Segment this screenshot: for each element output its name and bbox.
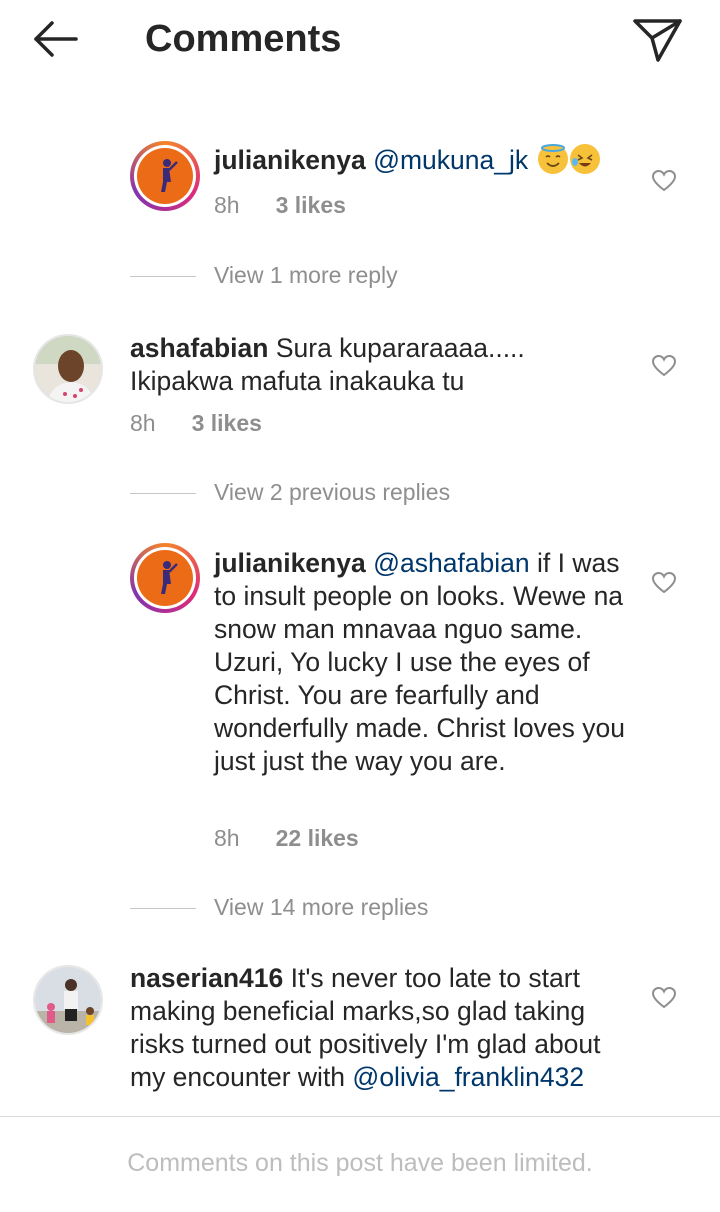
comment-mention[interactable]: @mukuna_jk bbox=[373, 145, 528, 175]
comments-list[interactable]: julianikenya @mukuna_jk 8h 3 likes View … bbox=[0, 80, 720, 1116]
view-replies-label: View 2 previous replies bbox=[214, 479, 451, 505]
avatar[interactable] bbox=[130, 543, 200, 613]
comment-time: 8h bbox=[214, 825, 240, 851]
like-heart-icon[interactable] bbox=[651, 354, 677, 378]
comment-likes[interactable]: 3 likes bbox=[276, 192, 346, 218]
like-heart-icon[interactable] bbox=[651, 571, 677, 595]
divider-line bbox=[130, 276, 196, 278]
view-more-replies[interactable]: View 14 more replies bbox=[130, 892, 428, 922]
divider-line bbox=[130, 493, 196, 495]
comment-meta: 8h 3 likes bbox=[130, 408, 262, 438]
comment-meta: 8h 22 likes bbox=[214, 823, 359, 853]
comment-body: if I was to insult people on looks. Wewe… bbox=[214, 548, 625, 776]
smiling-face-with-halo-icon bbox=[537, 144, 568, 174]
like-heart-icon[interactable] bbox=[651, 986, 677, 1010]
comment-mention[interactable]: @ashafabian bbox=[373, 548, 530, 578]
view-replies-label: View 1 more reply bbox=[214, 262, 398, 288]
face-with-tears-of-joy-icon bbox=[569, 144, 600, 174]
comment-text: naserian416 It's never too late to start… bbox=[130, 962, 620, 1094]
page-title: Comments bbox=[145, 18, 342, 60]
comment-username[interactable]: julianikenya bbox=[214, 548, 366, 578]
comment-likes[interactable]: 22 likes bbox=[276, 825, 359, 851]
comment-mention[interactable]: @olivia_franklin432 bbox=[352, 1062, 584, 1092]
comment-username[interactable]: julianikenya bbox=[214, 145, 366, 175]
comment-text: julianikenya @ashafabian if I was to ins… bbox=[214, 547, 634, 778]
comments-limited-notice: Comments on this post have been limited. bbox=[127, 1149, 593, 1177]
direct-message-icon[interactable] bbox=[628, 12, 686, 66]
comment-text: ashafabian Sura kupararaaaa..... Ikipakw… bbox=[130, 332, 610, 398]
comment-meta: 8h 3 likes bbox=[214, 190, 346, 220]
comment-time: 8h bbox=[130, 410, 156, 436]
avatar[interactable] bbox=[33, 334, 103, 404]
comment-time: 8h bbox=[214, 192, 240, 218]
like-heart-icon[interactable] bbox=[651, 169, 677, 193]
avatar[interactable] bbox=[130, 141, 200, 211]
comment-likes[interactable]: 3 likes bbox=[192, 410, 262, 436]
comment-username[interactable]: naserian416 bbox=[130, 963, 283, 993]
avatar[interactable] bbox=[33, 965, 103, 1035]
back-arrow-icon[interactable] bbox=[28, 14, 84, 64]
view-more-replies[interactable]: View 1 more reply bbox=[130, 260, 398, 290]
view-replies-label: View 14 more replies bbox=[214, 894, 429, 920]
comment-username[interactable]: ashafabian bbox=[130, 333, 268, 363]
header-bar: Comments bbox=[0, 0, 720, 80]
comment-text: julianikenya @mukuna_jk bbox=[214, 144, 614, 177]
view-previous-replies[interactable]: View 2 previous replies bbox=[130, 477, 450, 507]
comments-limited-footer: Comments on this post have been limited. bbox=[0, 1116, 720, 1212]
divider-line bbox=[130, 908, 196, 910]
